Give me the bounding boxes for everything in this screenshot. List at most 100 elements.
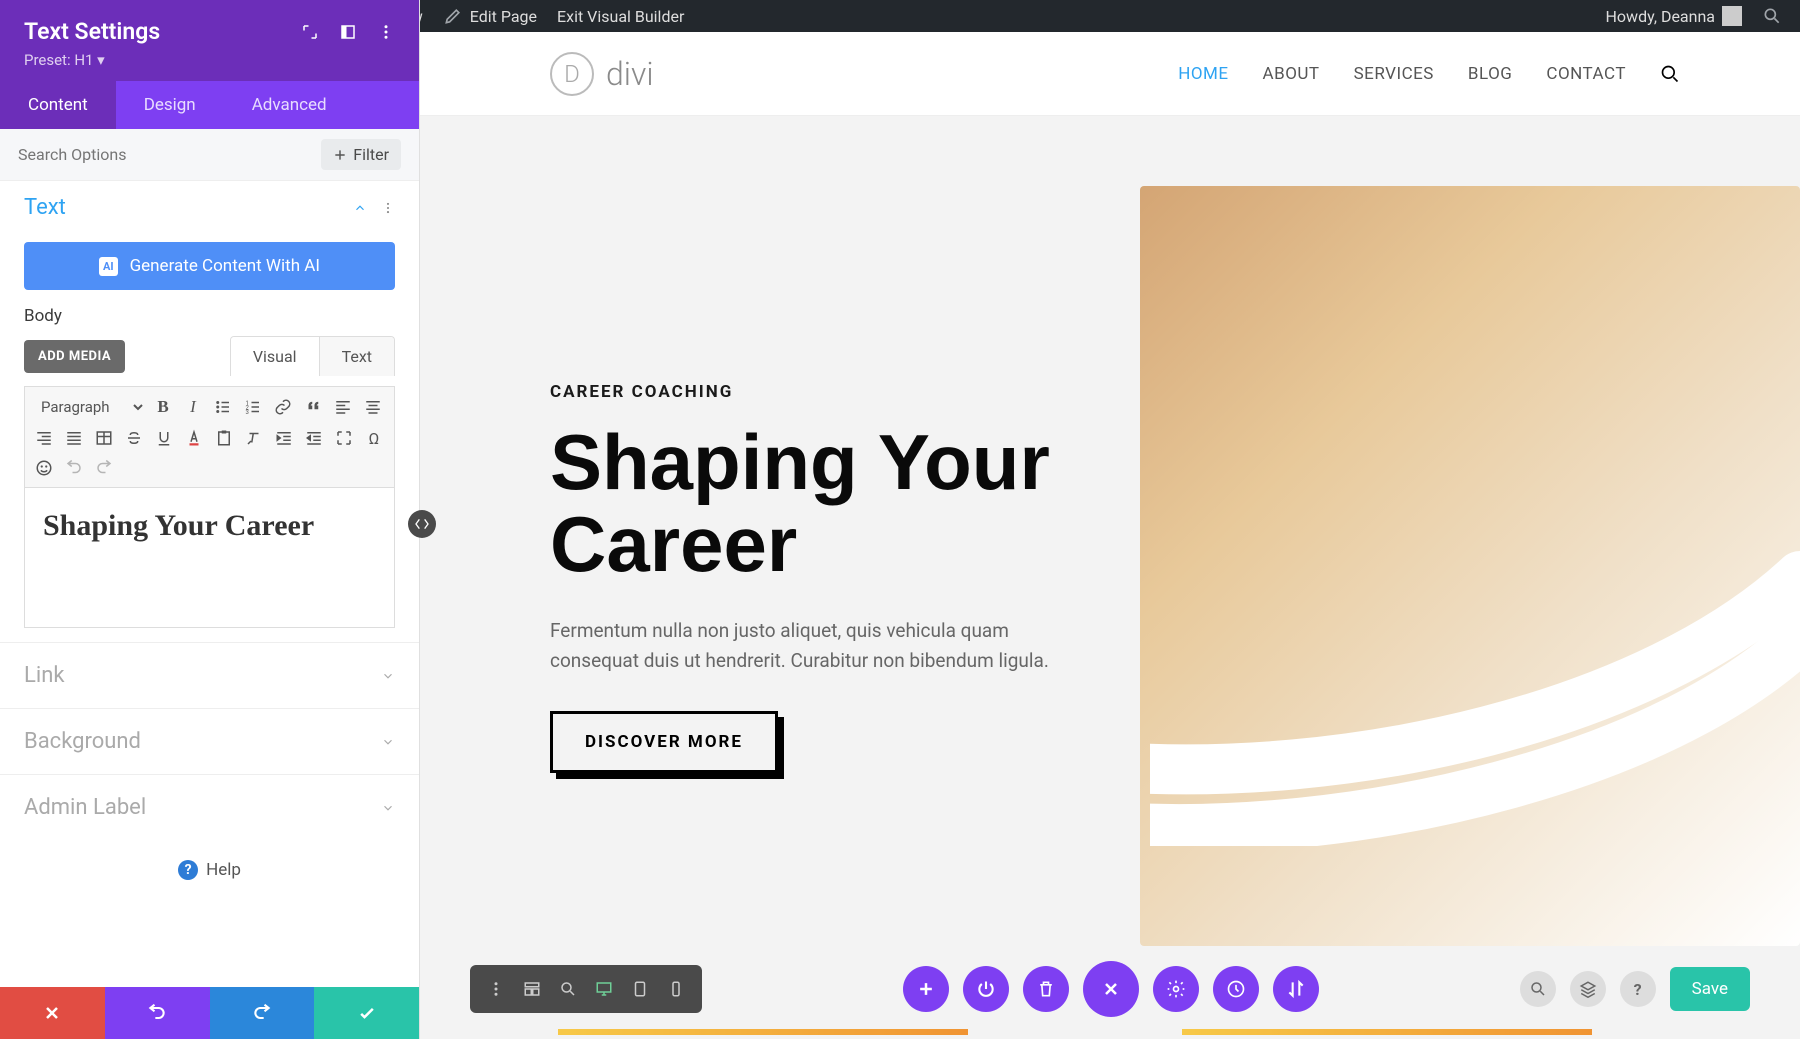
help-button[interactable]: ? (1620, 971, 1656, 1007)
filter-label: Filter (353, 145, 389, 164)
preset-selector[interactable]: Preset: H1 ▾ (24, 51, 395, 69)
editor-tab-text[interactable]: Text (319, 337, 394, 376)
chevron-down-icon (381, 735, 395, 749)
layers-button[interactable] (1570, 971, 1606, 1007)
dock-icon[interactable] (339, 23, 357, 41)
desktop-icon[interactable] (588, 973, 620, 1005)
wp-howdy[interactable]: Howdy, Deanna (1596, 0, 1753, 32)
site-logo[interactable]: D divi (550, 52, 654, 96)
redo-button[interactable] (91, 455, 117, 481)
ai-label: Generate Content With AI (130, 256, 320, 276)
admin-label: Admin Label (24, 795, 146, 820)
tab-advanced[interactable]: Advanced (224, 81, 355, 129)
wp-search[interactable] (1752, 0, 1792, 32)
apply-button[interactable] (314, 987, 419, 1039)
more-vert-icon[interactable] (381, 201, 395, 215)
power-button[interactable] (963, 966, 1009, 1012)
tab-design[interactable]: Design (116, 81, 224, 129)
omega-button[interactable]: Ω (361, 425, 387, 451)
hero-heading[interactable]: Shaping Your Career (550, 422, 1060, 586)
section-text-toggle[interactable]: Text (0, 181, 419, 234)
nav-home[interactable]: HOME (1178, 64, 1228, 84)
search-icon[interactable] (1660, 64, 1680, 84)
chevron-up-icon (353, 201, 367, 215)
editor-toolbar: Paragraph B I 123 Ω (24, 386, 395, 488)
underline-button[interactable] (151, 425, 177, 451)
help-label: Help (206, 860, 241, 880)
help-link[interactable]: ? Help (0, 840, 419, 900)
generate-ai-button[interactable]: AI Generate Content With AI (24, 242, 395, 290)
undo-button[interactable] (61, 455, 87, 481)
expand-icon[interactable] (301, 23, 319, 41)
tablet-icon[interactable] (624, 973, 656, 1005)
search-bar: Filter (0, 129, 419, 181)
main-nav: HOME ABOUT SERVICES BLOG CONTACT (1178, 64, 1680, 84)
filter-button[interactable]: Filter (321, 139, 401, 170)
hero-paragraph: Fermentum nulla non justo aliquet, quis … (550, 616, 1060, 677)
hero-cta-button[interactable]: DISCOVER MORE (550, 711, 778, 773)
paragraph-select[interactable]: Paragraph (31, 393, 146, 421)
outdent-button[interactable] (271, 425, 297, 451)
italic-button[interactable]: I (180, 394, 206, 420)
discard-button[interactable] (0, 987, 105, 1039)
section-admin-label[interactable]: Admin Label (0, 774, 419, 840)
help-icon: ? (178, 860, 198, 880)
search-mini-button[interactable] (1520, 971, 1556, 1007)
close-builder-button[interactable] (1083, 961, 1139, 1017)
hero-section: CAREER COACHING Shaping Your Career Ferm… (420, 116, 1800, 1039)
clear-format-button[interactable] (241, 425, 267, 451)
save-button[interactable]: Save (1670, 967, 1750, 1011)
section-link[interactable]: Link (0, 642, 419, 708)
logo-icon: D (550, 52, 594, 96)
zoom-icon[interactable] (552, 973, 584, 1005)
emoji-button[interactable] (31, 455, 57, 481)
align-center-button[interactable] (360, 394, 386, 420)
nav-services[interactable]: SERVICES (1354, 64, 1434, 84)
align-right-button[interactable] (31, 425, 57, 451)
more-icon[interactable] (377, 23, 395, 41)
search-input[interactable] (18, 145, 321, 164)
add-media-button[interactable]: ADD MEDIA (24, 340, 125, 373)
history-button[interactable] (1213, 966, 1259, 1012)
nav-contact[interactable]: CONTACT (1546, 64, 1626, 84)
wp-edit-page[interactable]: Edit Page (433, 0, 547, 32)
section-background[interactable]: Background (0, 708, 419, 774)
link-button[interactable] (270, 394, 296, 420)
add-button[interactable] (903, 966, 949, 1012)
wp-exit-builder[interactable]: Exit Visual Builder (547, 0, 694, 32)
nav-about[interactable]: ABOUT (1263, 64, 1320, 84)
phone-icon[interactable] (660, 973, 692, 1005)
redo-changes-button[interactable] (210, 987, 315, 1039)
trash-button[interactable] (1023, 966, 1069, 1012)
indent-button[interactable] (301, 425, 327, 451)
fullscreen-button[interactable] (331, 425, 357, 451)
sort-button[interactable] (1273, 966, 1319, 1012)
bold-button[interactable]: B (150, 394, 176, 420)
settings-button[interactable] (1153, 966, 1199, 1012)
tab-content[interactable]: Content (0, 81, 116, 129)
section-text-title: Text (24, 195, 66, 220)
hero-eyebrow: CAREER COACHING (550, 382, 1060, 402)
editor-tab-visual[interactable]: Visual (231, 337, 319, 376)
svg-text:3: 3 (246, 409, 249, 416)
align-left-button[interactable] (330, 394, 356, 420)
textcolor-button[interactable] (181, 425, 207, 451)
ol-button[interactable]: 123 (240, 394, 266, 420)
ul-button[interactable] (210, 394, 236, 420)
edit-label: Edit Page (470, 7, 537, 26)
undo-changes-button[interactable] (105, 987, 210, 1039)
align-justify-button[interactable] (61, 425, 87, 451)
more-icon[interactable] (480, 973, 512, 1005)
sidebar-header: Text Settings Preset: H1 ▾ (0, 0, 419, 81)
strike-button[interactable] (121, 425, 147, 451)
table-button[interactable] (91, 425, 117, 451)
paste-button[interactable] (211, 425, 237, 451)
quote-button[interactable] (300, 394, 326, 420)
chevron-down-icon (381, 801, 395, 815)
editor-textarea[interactable]: Shaping Your Career (24, 488, 395, 628)
canvas: D divi HOME ABOUT SERVICES BLOG CONTACT … (420, 32, 1800, 1039)
wireframe-icon[interactable] (516, 973, 548, 1005)
sidebar-collapse-handle[interactable] (408, 510, 436, 538)
sidebar-tabs: Content Design Advanced (0, 81, 419, 129)
nav-blog[interactable]: BLOG (1468, 64, 1512, 84)
